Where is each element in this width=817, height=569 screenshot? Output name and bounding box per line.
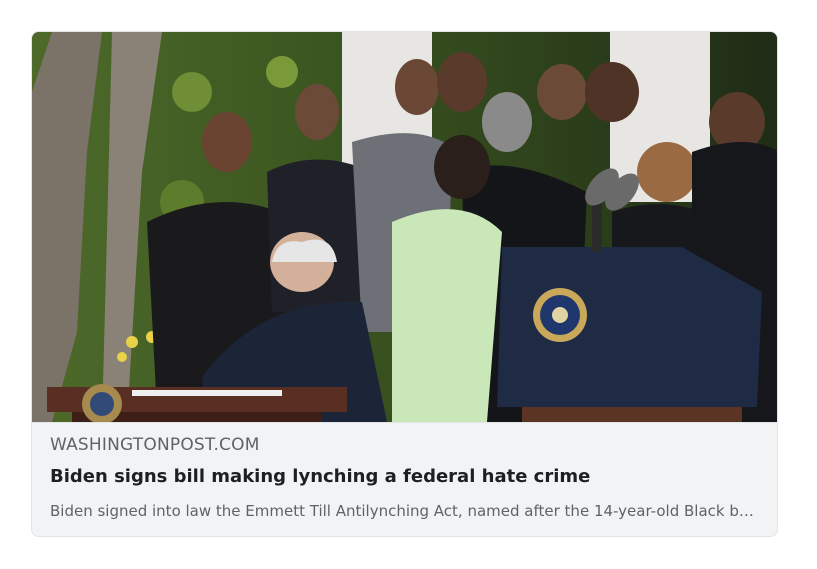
preview-meta: WASHINGTONPOST.COM Biden signs bill maki…: [32, 422, 777, 536]
preview-description: Biden signed into law the Emmett Till An…: [50, 502, 756, 520]
link-preview-card[interactable]: WASHINGTONPOST.COM Biden signs bill maki…: [31, 31, 778, 537]
preview-image[interactable]: [32, 32, 777, 422]
photo-icon: [32, 32, 777, 422]
preview-title[interactable]: Biden signs bill making lynching a feder…: [50, 466, 590, 487]
preview-site: WASHINGTONPOST.COM: [50, 435, 260, 455]
